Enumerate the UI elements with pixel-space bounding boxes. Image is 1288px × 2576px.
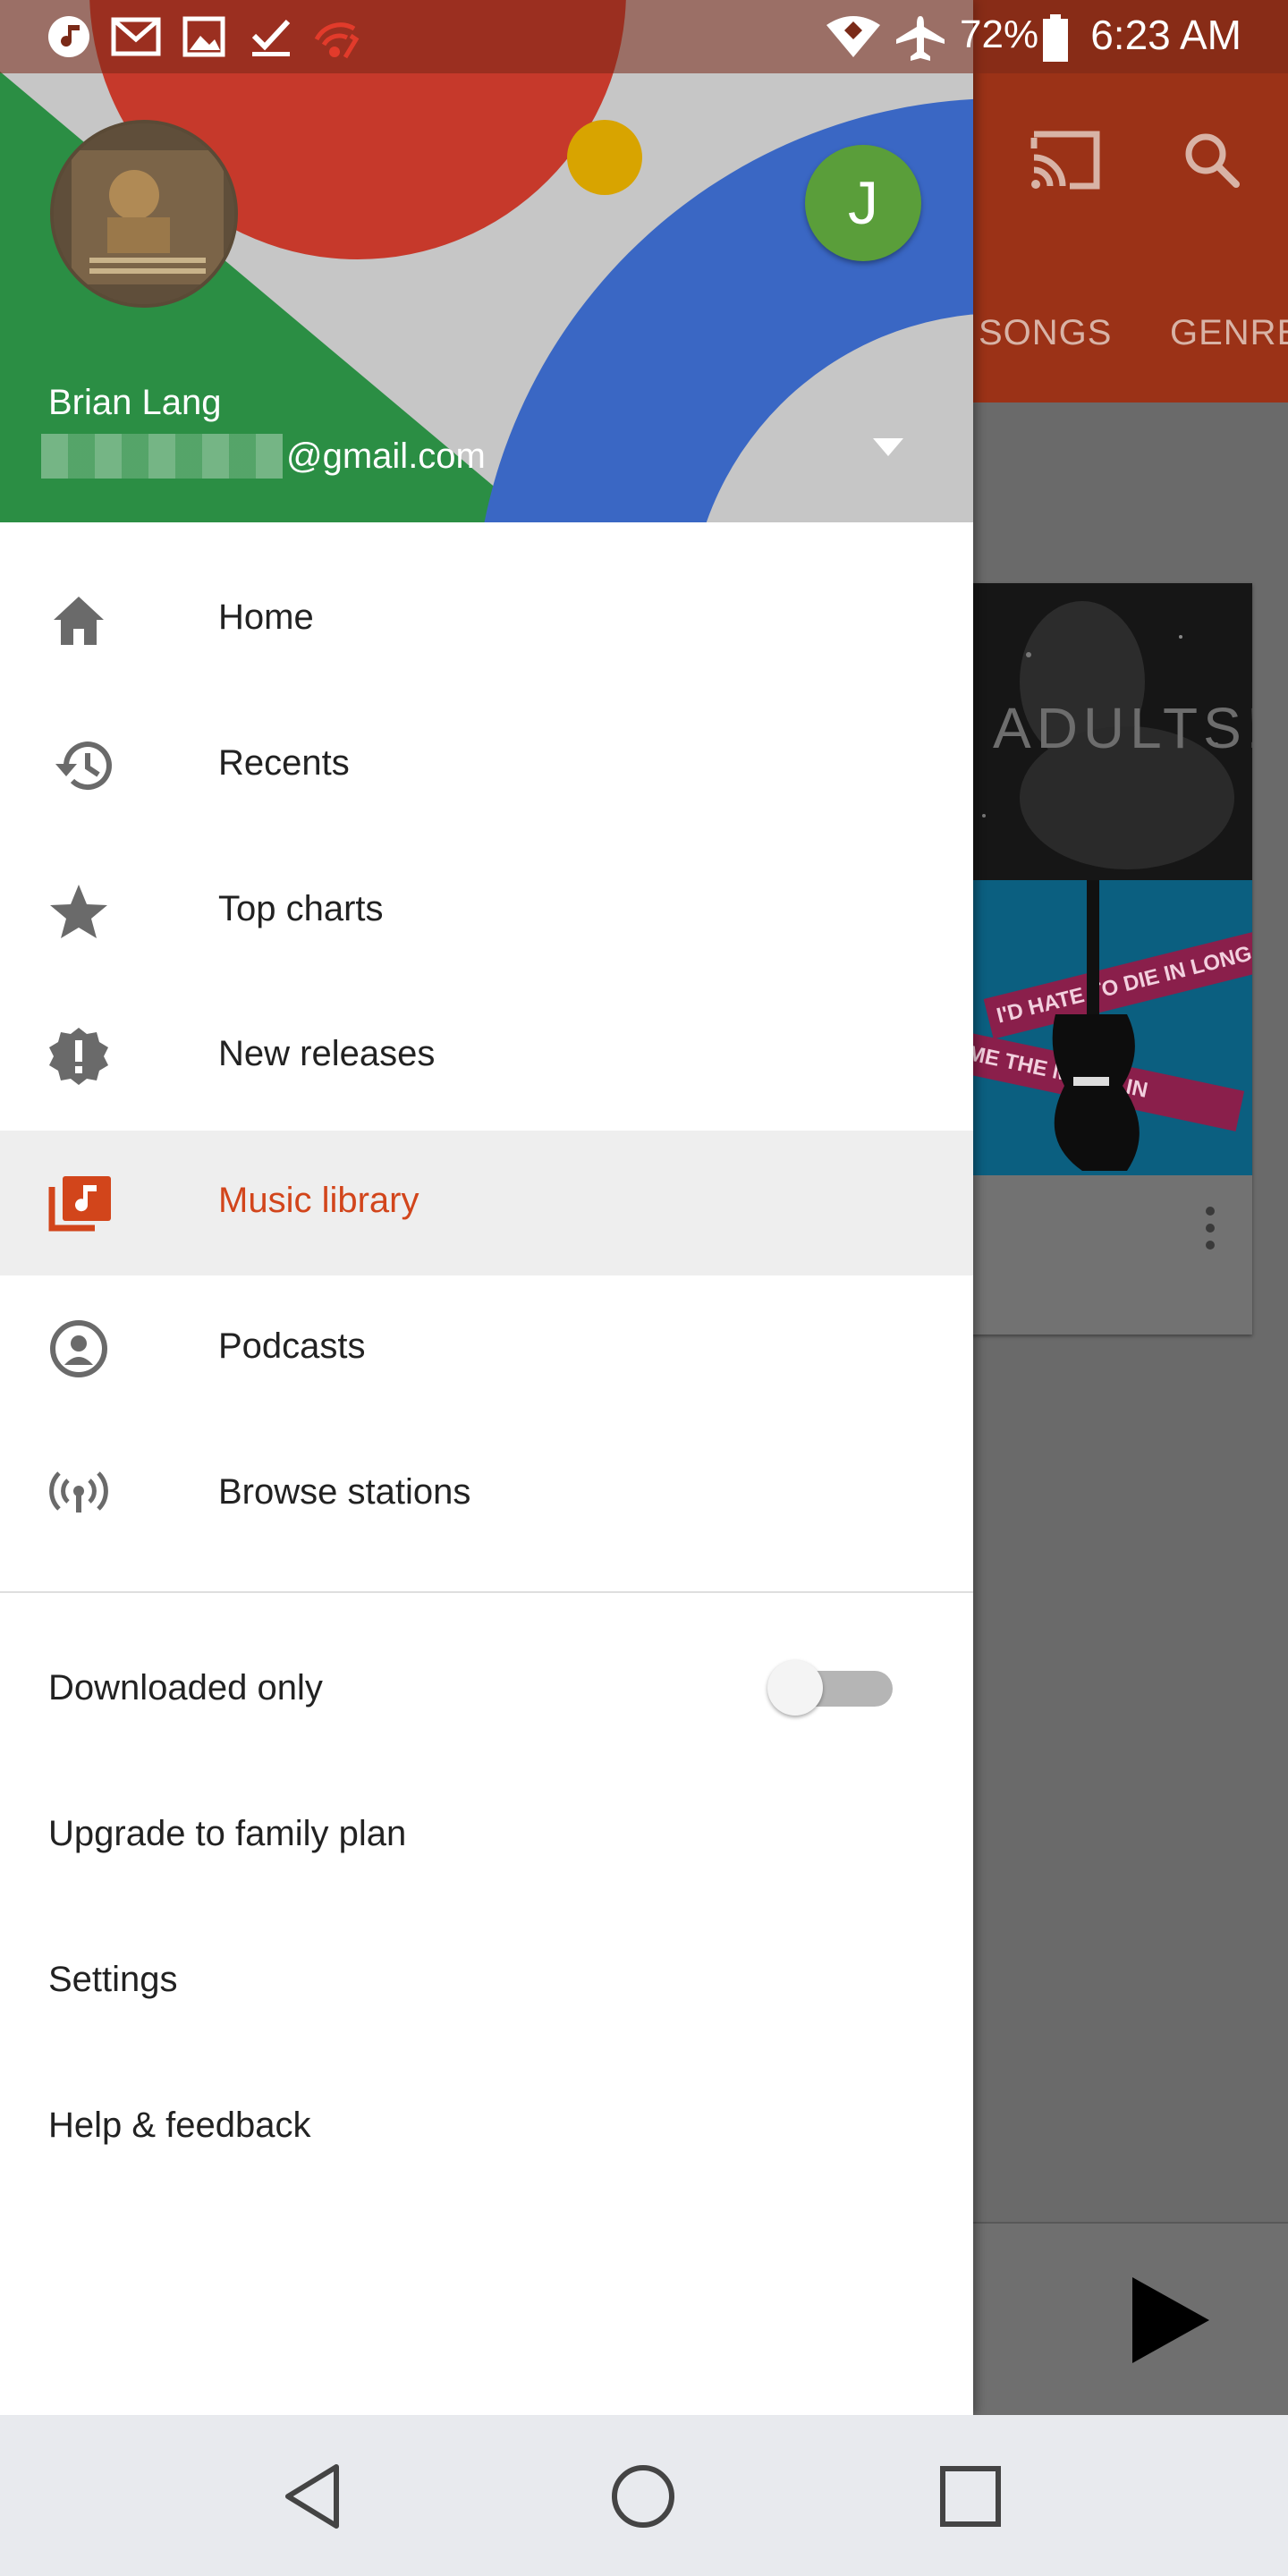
drawer-header: J Brian Lang @gmail.com: [0, 0, 973, 522]
nav-item-label: Top charts: [218, 889, 384, 928]
battery-percent: 72%: [960, 13, 1039, 56]
tab-songs[interactable]: SONGS: [979, 313, 1112, 353]
nav-item-label: New releases: [218, 1034, 436, 1073]
new-releases-icon: [49, 1028, 108, 1085]
more-vert-icon[interactable]: [1206, 1206, 1215, 1250]
nav-item-browse-stations[interactable]: Browse stations: [0, 1422, 973, 1567]
settings-label: Settings: [48, 1960, 178, 1999]
status-time: 6:23 AM: [1090, 12, 1241, 58]
play-icon[interactable]: [1129, 2274, 1213, 2367]
gmail-icon: [111, 17, 161, 56]
secondary-account-avatar[interactable]: J: [805, 145, 921, 261]
album-art-text: ADULTS!: [993, 696, 1252, 760]
toggle-thumb: [767, 1660, 823, 1716]
wifi-alert-icon: [314, 22, 360, 59]
upgrade-family-plan-item[interactable]: Upgrade to family plan: [0, 1763, 973, 1908]
help-feedback-label: Help & feedback: [48, 2106, 311, 2145]
history-icon: [55, 741, 112, 791]
tab-genres[interactable]: GENRES: [1170, 313, 1288, 353]
nav-item-label: Browse stations: [218, 1472, 471, 1512]
recents-square-icon[interactable]: [930, 2456, 1011, 2537]
system-navigation-bar: [0, 2415, 1288, 2576]
email-redacted-block: [41, 434, 283, 479]
album-art-adults: ADULTS!: [948, 583, 1252, 880]
image-icon: [182, 16, 225, 57]
nav-item-music-library[interactable]: Music library: [0, 1131, 973, 1275]
help-feedback-item[interactable]: Help & feedback: [0, 2055, 973, 2199]
upgrade-label: Upgrade to family plan: [48, 1814, 407, 1853]
cast-icon[interactable]: [1029, 131, 1102, 190]
radio-icon: [49, 1471, 108, 1513]
downloaded-only-label: Downloaded only: [48, 1668, 323, 1707]
album-art-long-island: I'D HATE TO DIE IN LONG ISLAND OME THE M…: [948, 880, 1252, 1175]
music-library-icon: [48, 1176, 111, 1232]
nav-item-podcasts[interactable]: Podcasts: [0, 1276, 973, 1421]
nav-item-label: Home: [218, 597, 314, 637]
account-email: @gmail.com: [41, 431, 486, 481]
airplane-icon: [896, 16, 945, 61]
checkmark-icon: [251, 19, 291, 56]
nav-item-label: Recents: [218, 743, 350, 783]
podcast-icon: [50, 1320, 107, 1377]
chevron-down-icon[interactable]: [866, 429, 911, 465]
wifi-icon: [826, 16, 880, 57]
nav-item-label: Music library: [218, 1181, 419, 1220]
status-bar: 72% 6:23 AM: [0, 0, 1288, 73]
navigation-drawer: J Brian Lang @gmail.com Home Recents Top…: [0, 0, 973, 2415]
nav-item-label: Podcasts: [218, 1326, 366, 1366]
avatar-photo: [54, 123, 234, 304]
email-domain: @gmail.com: [286, 436, 486, 476]
search-icon[interactable]: [1182, 131, 1241, 190]
avatar[interactable]: [50, 120, 238, 308]
home-icon: [54, 597, 104, 645]
drawer-divider: [0, 1591, 973, 1593]
music-note-icon: [48, 16, 89, 57]
nav-item-new-releases[interactable]: New releases: [0, 984, 973, 1129]
settings-item[interactable]: Settings: [0, 1909, 973, 2054]
back-icon[interactable]: [275, 2456, 356, 2537]
downloaded-only-toggle[interactable]: [767, 1660, 894, 1716]
nav-item-recents[interactable]: Recents: [0, 693, 973, 838]
battery-icon: [1043, 14, 1068, 62]
account-name: Brian Lang: [48, 383, 222, 422]
nav-item-home[interactable]: Home: [0, 547, 973, 692]
nav-item-top-charts[interactable]: Top charts: [0, 839, 973, 984]
guitar-graphic: [1052, 880, 1140, 1171]
star-icon: [50, 885, 107, 938]
home-circle-icon[interactable]: [603, 2456, 683, 2537]
